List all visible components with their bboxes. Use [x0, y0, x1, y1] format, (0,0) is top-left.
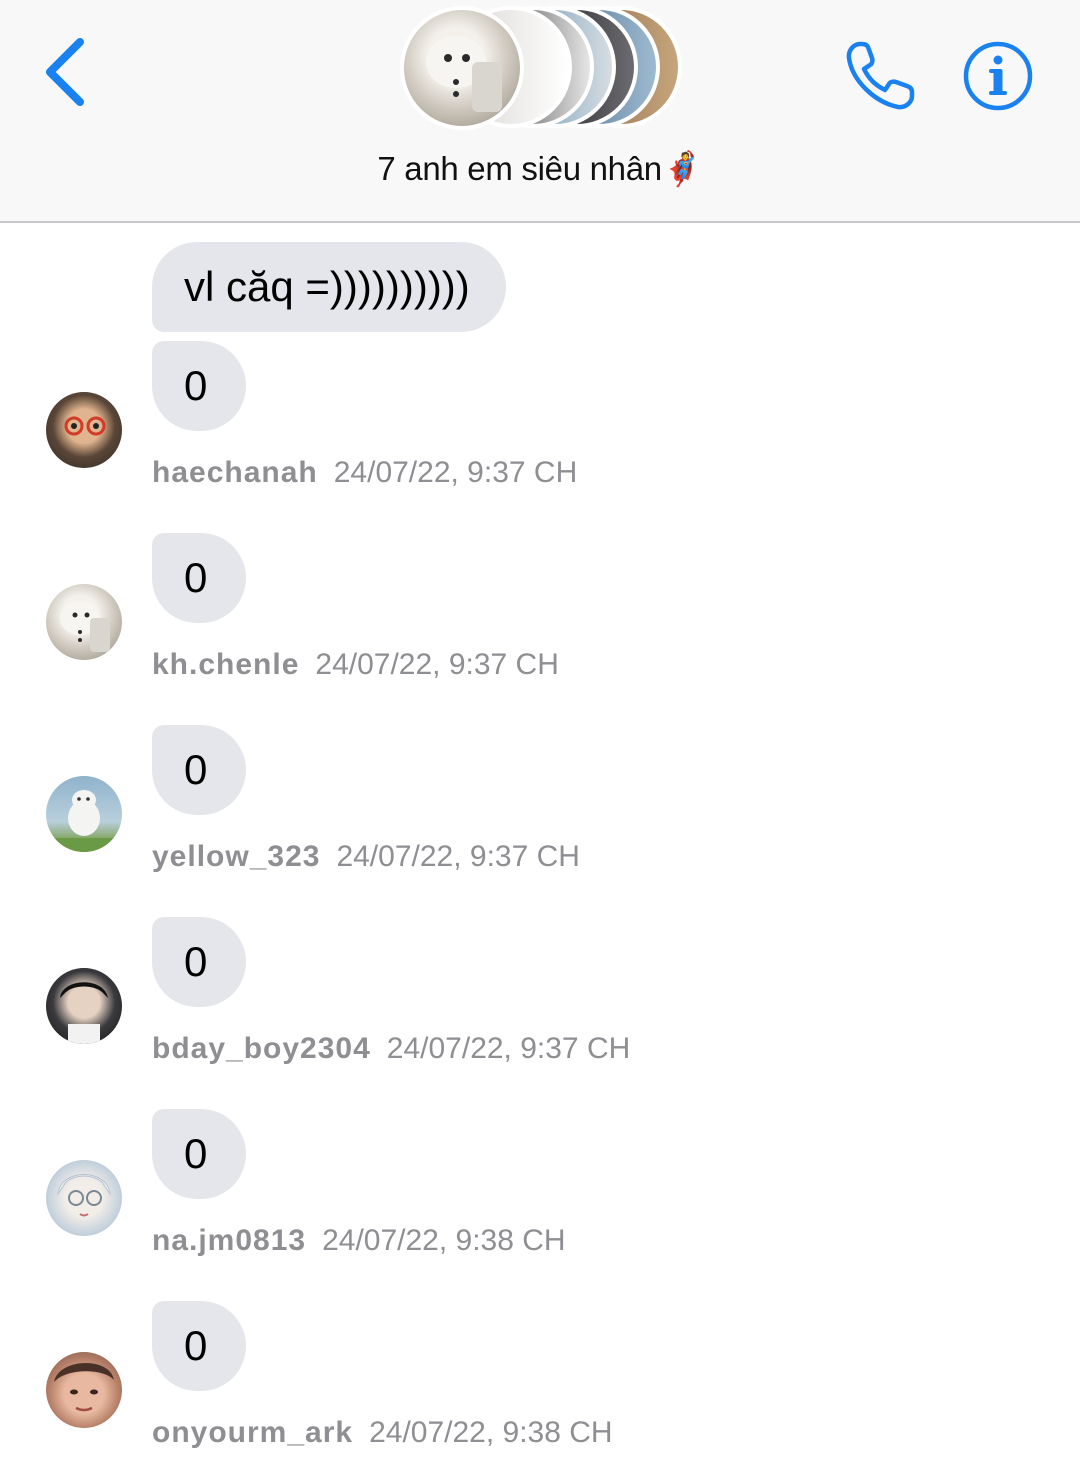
- message-bubble[interactable]: 0: [152, 533, 246, 623]
- sender-avatar[interactable]: [46, 776, 122, 852]
- message-bubble[interactable]: 0: [152, 725, 246, 815]
- call-button[interactable]: [840, 36, 920, 116]
- sender-avatar[interactable]: [46, 1160, 122, 1236]
- message-meta: na.jm0813 24/07/22, 9:38 CH: [152, 1224, 566, 1258]
- message-timestamp: 24/07/22, 9:37 CH: [315, 648, 559, 681]
- message-timestamp: 24/07/22, 9:37 CH: [386, 1032, 631, 1065]
- person-avatar-icon: [54, 1362, 114, 1412]
- sender-name[interactable]: bday_boy2304: [152, 1032, 371, 1065]
- message-meta: yellow_323 24/07/22, 9:37 CH: [152, 840, 580, 874]
- message-bubble[interactable]: vl căq =)))))))))): [152, 242, 506, 332]
- person-avatar-icon: [60, 982, 108, 1044]
- back-button[interactable]: [38, 36, 98, 108]
- moomin-avatar-icon: [46, 790, 122, 852]
- sender-avatar[interactable]: [46, 584, 122, 660]
- phone-icon: [846, 41, 915, 110]
- chevron-left-icon: [46, 38, 84, 106]
- sender-name[interactable]: yellow_323: [152, 840, 320, 873]
- message-meta: onyourm_ark 24/07/22, 9:38 CH: [152, 1416, 613, 1450]
- group-avatar-stack[interactable]: [400, 6, 690, 136]
- sender-avatar[interactable]: [46, 1352, 122, 1428]
- info-icon: [963, 41, 1033, 111]
- message-meta: bday_boy2304 24/07/22, 9:37 CH: [152, 1032, 630, 1066]
- sender-name[interactable]: haechanah: [152, 456, 318, 489]
- sender-name[interactable]: na.jm0813: [152, 1224, 306, 1257]
- message-timestamp: 24/07/22, 9:38 CH: [322, 1224, 566, 1257]
- dog-avatar-icon: [60, 601, 110, 652]
- illustrated-avatar-icon: [57, 1174, 111, 1217]
- group-name[interactable]: 7 anh em siêu nhân🦸: [0, 150, 1080, 189]
- info-button[interactable]: [960, 38, 1036, 114]
- message-meta: kh.chenle 24/07/22, 9:37 CH: [152, 648, 559, 682]
- chat-header: 7 anh em siêu nhân🦸: [0, 0, 1080, 223]
- group-member-avatar: [400, 6, 524, 130]
- message-bubble[interactable]: 0: [152, 1301, 246, 1391]
- message-bubble[interactable]: 0: [152, 341, 246, 431]
- message-timestamp: 24/07/22, 9:37 CH: [333, 456, 578, 489]
- sender-name[interactable]: kh.chenle: [152, 648, 299, 681]
- message-timestamp: 24/07/22, 9:37 CH: [336, 840, 580, 873]
- message-timestamp: 24/07/22, 9:38 CH: [369, 1416, 613, 1449]
- message-bubble[interactable]: 0: [152, 1109, 246, 1199]
- sender-name[interactable]: onyourm_ark: [152, 1416, 353, 1449]
- message-meta: haechanah 24/07/22, 9:37 CH: [152, 456, 577, 490]
- message-bubble[interactable]: 0: [152, 917, 246, 1007]
- glasses-avatar-icon: [64, 416, 106, 436]
- sender-avatar[interactable]: [46, 968, 122, 1044]
- sender-avatar[interactable]: [46, 392, 122, 468]
- dog-avatar-icon: [426, 36, 502, 112]
